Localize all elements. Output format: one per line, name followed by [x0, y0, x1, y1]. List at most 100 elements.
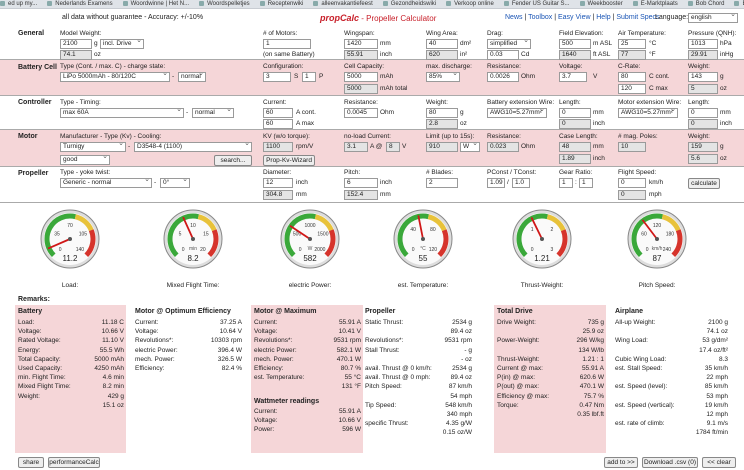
result-key: mech. Power:: [254, 355, 294, 363]
field-elevation-input[interactable]: 500: [559, 39, 591, 49]
model-weight-input[interactable]: 2100: [60, 39, 92, 49]
language-select[interactable]: english: [688, 13, 738, 23]
c-rate-cont-input[interactable]: 80: [618, 72, 646, 82]
bookmark-item[interactable]: Gezondheidswiki: [383, 0, 436, 8]
bookmark-item[interactable]: Woordspelletjes: [199, 0, 250, 8]
max-discharge-select[interactable]: 85%: [426, 72, 460, 82]
cell-capacity-input[interactable]: 5000: [344, 72, 378, 82]
bookmark-item[interactable]: Bob Chord: [688, 0, 725, 8]
gear-ratio-b[interactable]: 1: [579, 178, 593, 188]
result-key: specific Thrust:: [365, 420, 409, 428]
drag-select[interactable]: simplified: [487, 39, 531, 49]
result-row: est. Stall Speed: 35 km/h: [615, 364, 730, 373]
diameter-input[interactable]: 12: [263, 178, 293, 188]
air-temperature-input[interactable]: 25: [618, 39, 646, 49]
clear-button[interactable]: << clear: [702, 457, 736, 468]
battery-type-select[interactable]: LiPo 5000mAh - 80/120C: [60, 72, 170, 82]
battery-voltage-input[interactable]: 3.7: [559, 72, 587, 82]
g-unit: g: [720, 143, 724, 150]
bookmark-item[interactable]: Verkoop online: [446, 0, 494, 8]
nav-link[interactable]: Submit Specs: [616, 14, 659, 21]
pitch-input[interactable]: 6: [344, 178, 378, 188]
controller-type-select[interactable]: max 60A: [60, 108, 184, 118]
controller-weight-input[interactable]: 80: [426, 108, 458, 118]
limit-unit-select[interactable]: W: [460, 142, 480, 152]
slash: /: [507, 179, 509, 186]
flight-speed-input[interactable]: 0: [618, 178, 646, 188]
result-value: 85 km/h: [704, 383, 728, 391]
controller-current-cont[interactable]: 60: [263, 108, 293, 118]
result-row: 131 °F: [254, 382, 363, 391]
result-row: Efficiency @ max: 75.7 %: [497, 392, 606, 401]
bookmark-item[interactable]: Nederlands Examens: [47, 0, 112, 8]
wing-area-input[interactable]: 40: [426, 39, 458, 49]
result-value: 0.35 lbf.ft: [577, 410, 604, 418]
gear-ratio-a[interactable]: 1: [559, 178, 573, 188]
battery-weight-input[interactable]: 143: [688, 72, 718, 82]
cells-series-input[interactable]: 3: [263, 72, 291, 82]
result-value: 11.18 C: [101, 319, 124, 326]
wingspan-input[interactable]: 1420: [344, 39, 378, 49]
result-value: 9.1 m/s: [706, 420, 728, 428]
battery-extension-length[interactable]: 0: [559, 108, 591, 118]
mm-unit: mm: [296, 191, 307, 198]
battery-resistance-input[interactable]: 0.0026: [487, 72, 519, 82]
search-button[interactable]: search...: [214, 155, 252, 166]
battery-extension-select[interactable]: AWG10=5.27mm²: [487, 108, 547, 118]
result-row: specific Thrust: 4.35 g/W: [365, 419, 474, 428]
controller-current-max[interactable]: 60: [263, 119, 293, 129]
result-key: Revolutions*:: [365, 337, 404, 345]
pressure-input[interactable]: 1013: [688, 39, 718, 49]
result-value: 53 mph: [706, 392, 728, 400]
prop-kv-wizard-button[interactable]: Prop-Kv-Wizard: [263, 155, 315, 166]
incl-drive-select[interactable]: incl. Drive: [100, 39, 144, 49]
propeller-type-select[interactable]: Generic - normal: [60, 178, 152, 188]
result-row: Static Thrust: 2534 g: [365, 318, 474, 327]
charge-state-select[interactable]: normal: [178, 72, 206, 82]
bookmark-item[interactable]: Woordwinne | Het N...: [123, 0, 189, 8]
bookmark-item[interactable]: E-Marktplaats: [633, 0, 678, 8]
add-to-button[interactable]: add to >>: [604, 457, 638, 468]
bookmark-item[interactable]: ed up my...: [0, 0, 37, 8]
inhg-unit: inHg: [720, 51, 734, 58]
result-key: Voltage:: [254, 416, 278, 424]
result-value: 10.64 V: [219, 328, 242, 336]
share-button[interactable]: share: [18, 457, 44, 468]
result-row: est. rate of climb: 9.1 m/s: [615, 419, 730, 428]
yoke-twist-select[interactable]: 0°: [160, 178, 190, 188]
result-key: Efficiency:: [254, 364, 284, 372]
flight-speed-label: Flight Speed:: [618, 169, 657, 176]
bookmark-item[interactable]: Weekbooster: [580, 0, 623, 8]
download-csv-button[interactable]: Download .csv (0): [642, 457, 698, 468]
bookmark-item[interactable]: alleenvakantiefeest: [313, 0, 372, 8]
motor-extension-length[interactable]: 0: [688, 108, 718, 118]
dash: -: [186, 109, 189, 116]
nav-link[interactable]: Toolbox: [528, 14, 552, 21]
calculate-button[interactable]: calculate: [688, 178, 720, 189]
c-rate-max-input[interactable]: 120: [618, 84, 646, 94]
motor-manufacturer-select[interactable]: Turnigy: [60, 142, 126, 152]
air-temperature-label: Air Temperature:: [618, 30, 666, 37]
pconst-input[interactable]: 1.09: [487, 178, 505, 188]
cooling-select[interactable]: good: [60, 155, 110, 165]
nav-link[interactable]: Easy View: [558, 14, 591, 21]
bookmark-item[interactable]: Balancing Lo...: [734, 0, 744, 8]
bookmark-item[interactable]: Fender US Guitar S...: [504, 0, 570, 8]
blades-input[interactable]: 2: [426, 178, 458, 188]
result-title: Propeller: [365, 308, 396, 315]
motor-extension-select[interactable]: AWG10=5.27mm²: [618, 108, 678, 118]
motors-input[interactable]: 1: [263, 39, 311, 49]
motor-type-select[interactable]: D3548-4 (1100): [134, 142, 252, 152]
drag-input[interactable]: 0.03: [487, 50, 519, 60]
timing-select[interactable]: normal: [192, 108, 234, 118]
result-key: Thrust-Weight:: [497, 355, 540, 363]
cells-parallel-input[interactable]: 1: [302, 72, 316, 82]
bookmark-item[interactable]: Receptenwiki: [260, 0, 304, 8]
nav-link[interactable]: Help: [596, 14, 610, 21]
controller-resistance-input[interactable]: 0.0045: [344, 108, 378, 118]
tconst-input[interactable]: 1.0: [512, 178, 530, 188]
oz-unit: oz: [94, 51, 101, 58]
nav-link[interactable]: News: [505, 14, 523, 21]
performance-calc-button[interactable]: performanceCalc: [48, 457, 100, 468]
g-unit: g: [720, 73, 724, 80]
